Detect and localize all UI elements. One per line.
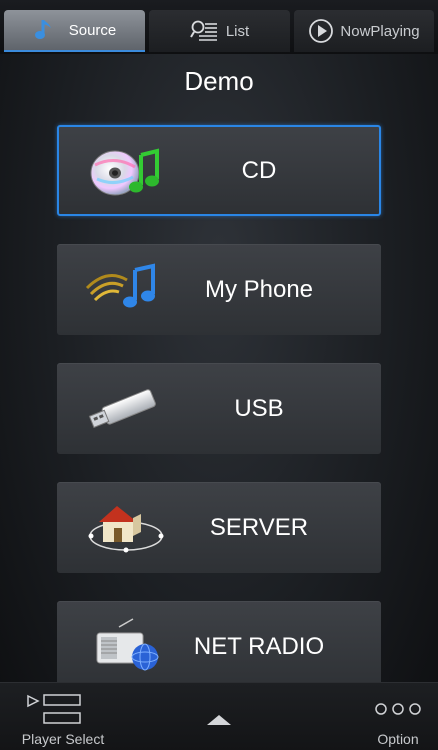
radio-globe-icon xyxy=(83,615,169,677)
player-select-icon xyxy=(26,693,86,729)
page-title: Demo xyxy=(184,66,254,96)
source-label: NET RADIO xyxy=(193,632,325,660)
usb-drive-icon xyxy=(83,377,169,439)
tab-bar: Source List NowPlaying xyxy=(0,0,438,54)
music-note-icon xyxy=(33,17,61,43)
play-circle-icon xyxy=(308,18,336,44)
player-select-label: Player Select xyxy=(21,731,105,747)
player-select-button[interactable]: Player Select xyxy=(8,689,118,750)
source-button-server[interactable]: SERVER xyxy=(57,482,381,573)
source-label: My Phone xyxy=(204,275,314,303)
home-network-icon xyxy=(83,496,169,558)
source-label: USB xyxy=(234,394,284,422)
tab-list-label: List xyxy=(225,22,250,40)
tab-nowplaying-label: NowPlaying xyxy=(340,22,420,40)
source-label: SERVER xyxy=(209,513,309,541)
more-dots-icon xyxy=(374,701,422,717)
phone-music-icon xyxy=(83,258,169,320)
app-screen: Source List NowPlaying Demo CD My Phone … xyxy=(0,0,438,750)
tab-source[interactable]: Source xyxy=(4,10,145,52)
source-button-usb[interactable]: USB xyxy=(57,363,381,454)
expand-up-arrow-icon[interactable] xyxy=(204,711,234,729)
source-button-cd[interactable]: CD xyxy=(57,125,381,216)
tab-source-label: Source xyxy=(68,21,117,39)
source-button-my-phone[interactable]: My Phone xyxy=(57,244,381,335)
option-button[interactable]: Option xyxy=(364,689,432,750)
search-list-icon xyxy=(189,18,218,44)
source-label: CD xyxy=(241,156,277,184)
cd-music-icon xyxy=(85,141,171,203)
tab-list[interactable]: List xyxy=(149,10,290,52)
bottom-bar: Player Select Option xyxy=(0,682,438,750)
tab-nowplaying[interactable]: NowPlaying xyxy=(294,10,434,52)
option-label: Option xyxy=(377,731,419,747)
source-button-net-radio[interactable]: NET RADIO xyxy=(57,601,381,692)
